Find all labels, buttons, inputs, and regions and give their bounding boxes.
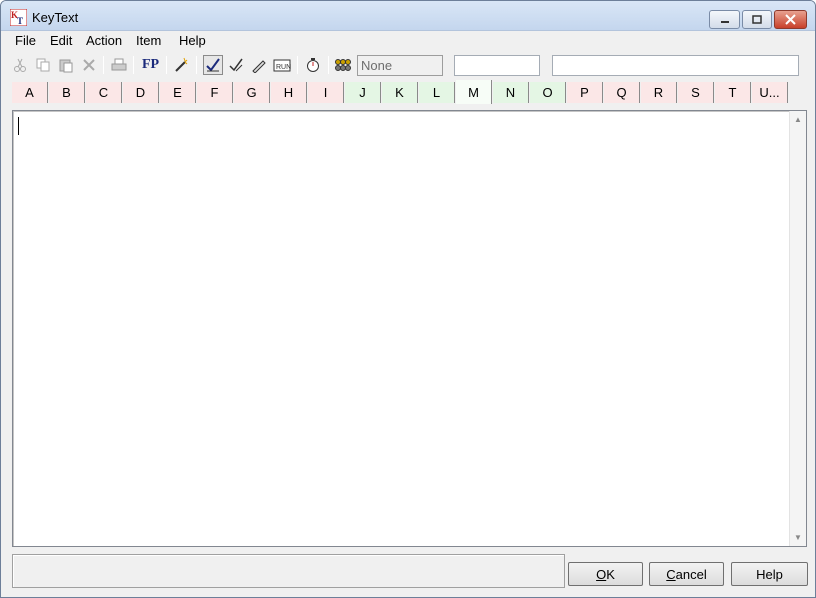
- paste-icon: [59, 59, 73, 73]
- menu-item[interactable]: Item: [136, 33, 161, 48]
- maximize-button[interactable]: [742, 10, 772, 29]
- item-dropdown[interactable]: None: [357, 55, 443, 76]
- tab-d[interactable]: D: [123, 82, 159, 103]
- ok-button[interactable]: OK: [568, 562, 643, 586]
- check-pencil-icon: [229, 58, 243, 72]
- menu-action[interactable]: Action: [86, 33, 122, 48]
- scroll-down-icon[interactable]: ▼: [794, 533, 802, 542]
- copy-button[interactable]: [34, 56, 52, 74]
- ok-label-rest: K: [606, 566, 615, 582]
- title-bar[interactable]: K T KeyText: [1, 1, 815, 31]
- tab-p[interactable]: P: [567, 82, 603, 103]
- cancel-button[interactable]: Cancel: [649, 562, 724, 586]
- help-button[interactable]: Help: [731, 562, 808, 586]
- tab-n[interactable]: N: [493, 82, 529, 103]
- search-field-1[interactable]: [454, 55, 540, 76]
- minimize-button[interactable]: [709, 10, 740, 29]
- edit-button[interactable]: [250, 56, 268, 74]
- scissors-icon: [14, 58, 26, 72]
- tab-c[interactable]: C: [86, 82, 122, 103]
- minimize-icon: [720, 20, 729, 23]
- close-icon: [785, 14, 796, 25]
- toolbar-separator: [133, 56, 134, 74]
- print-button[interactable]: [110, 56, 128, 74]
- search-field-2[interactable]: [552, 55, 799, 76]
- window-title: KeyText: [32, 10, 79, 25]
- vertical-scrollbar[interactable]: ▲ ▼: [789, 111, 806, 546]
- toolbar-separator: [328, 56, 329, 74]
- tab-j[interactable]: J: [345, 82, 381, 103]
- toolbar-separator: [297, 56, 298, 74]
- maximize-icon: [752, 14, 762, 24]
- cancel-label-rest: ancel: [675, 566, 707, 582]
- stopwatch-icon: [307, 58, 319, 72]
- ok-accelerator: O: [596, 566, 607, 582]
- delete-x-icon: [83, 59, 95, 71]
- toolbar-separator: [166, 56, 167, 74]
- check-edit-button[interactable]: [227, 56, 245, 74]
- tab-f[interactable]: F: [197, 82, 233, 103]
- tab-a[interactable]: A: [12, 82, 48, 103]
- text-editor[interactable]: ▲ ▼: [12, 110, 807, 547]
- menu-bar: File Edit Action Item Help: [1, 31, 815, 51]
- cut-button[interactable]: [11, 56, 29, 74]
- run-icon: RUN: [273, 59, 291, 72]
- menu-edit[interactable]: Edit: [50, 33, 72, 48]
- checkmark-icon: [206, 58, 220, 72]
- text-caret: [18, 117, 19, 135]
- menu-file[interactable]: File: [15, 33, 36, 48]
- tab-l[interactable]: L: [419, 82, 455, 103]
- pen-icon: [252, 60, 266, 73]
- status-box: [12, 554, 565, 588]
- tab-r[interactable]: R: [641, 82, 677, 103]
- tab-e[interactable]: E: [160, 82, 196, 103]
- tab-t[interactable]: T: [715, 82, 751, 103]
- tab-s[interactable]: S: [678, 82, 714, 103]
- magic-wand-icon: [175, 57, 188, 72]
- toolbar-separator: [196, 56, 197, 74]
- tab-h[interactable]: H: [271, 82, 307, 103]
- close-button[interactable]: [774, 10, 807, 29]
- cancel-accelerator: C: [666, 566, 676, 582]
- letter-tabs: A B C D E F G H I J K L M N O P Q R S T …: [1, 79, 815, 105]
- tab-g[interactable]: G: [234, 82, 270, 103]
- printer-icon: [111, 58, 127, 71]
- toolbar-separator: [103, 56, 104, 74]
- tab-b[interactable]: B: [49, 82, 85, 103]
- delete-button[interactable]: [80, 56, 98, 74]
- check-button[interactable]: [203, 55, 223, 75]
- group-button[interactable]: [334, 56, 352, 74]
- scroll-up-icon[interactable]: ▲: [794, 115, 802, 124]
- tab-i[interactable]: I: [308, 82, 344, 103]
- copy-icon: [36, 58, 50, 72]
- menu-help[interactable]: Help: [179, 33, 206, 48]
- tab-k[interactable]: K: [382, 82, 418, 103]
- svg-text:RUN: RUN: [276, 64, 291, 71]
- tab-q[interactable]: Q: [604, 82, 640, 103]
- svg-text:T: T: [17, 16, 23, 26]
- tab-m[interactable]: M: [456, 80, 492, 104]
- tab-o[interactable]: O: [530, 82, 566, 103]
- keytext-app-icon: K T: [10, 9, 27, 26]
- timer-button[interactable]: [304, 56, 322, 74]
- beads-icon: [335, 59, 351, 71]
- run-button[interactable]: RUN: [273, 56, 291, 74]
- tab-u-more[interactable]: U...: [752, 82, 788, 103]
- fp-button[interactable]: FP: [142, 57, 159, 73]
- toolbar: FP RUN None: [1, 51, 815, 79]
- keytext-window: K T KeyText File Edit Action Item Help F…: [0, 0, 816, 598]
- wand-button[interactable]: [172, 56, 190, 74]
- paste-button[interactable]: [57, 56, 75, 74]
